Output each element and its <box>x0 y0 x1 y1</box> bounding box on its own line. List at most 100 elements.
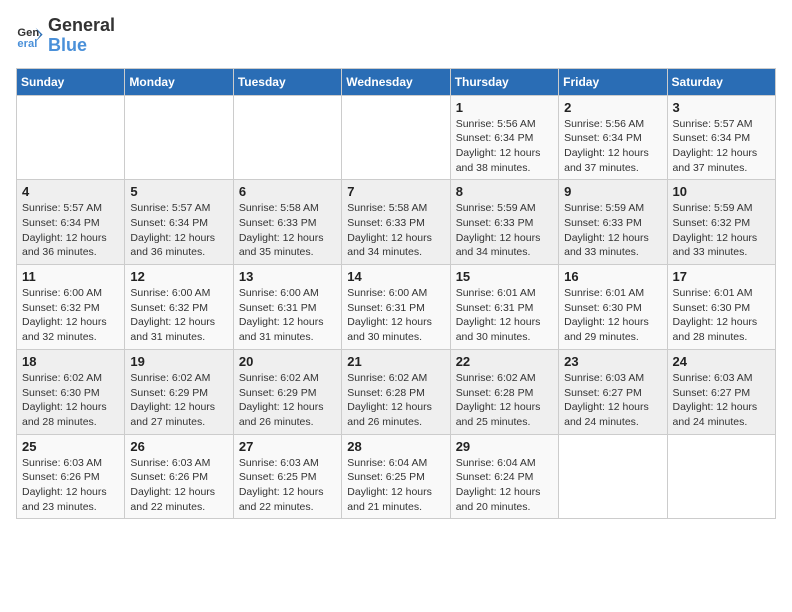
svg-text:Gen: Gen <box>17 27 39 39</box>
day-number: 17 <box>673 269 770 284</box>
calendar-cell: 25 Sunrise: 6:03 AMSunset: 6:26 PMDayligh… <box>17 434 125 519</box>
day-number: 7 <box>347 184 444 199</box>
calendar-cell: 22Sunrise: 6:02 AMSunset: 6:28 PMDayligh… <box>450 349 558 434</box>
svg-text:eral: eral <box>17 38 37 50</box>
calendar-cell: 21 Sunrise: 6:02 AMSunset: 6:28 PMDayligh… <box>342 349 450 434</box>
day-number: 11 <box>22 269 119 284</box>
calendar-cell <box>233 95 341 180</box>
calendar-cell: 17 Sunrise: 6:01 AMSunset: 6:30 PMDayligh… <box>667 265 775 350</box>
day-number: 26 <box>130 439 227 454</box>
calendar-cell: 10Sunrise: 5:59 AMSunset: 6:32 PMDayligh… <box>667 180 775 265</box>
day-number: 9 <box>564 184 661 199</box>
calendar-cell: 14 Sunrise: 6:00 AMSunset: 6:31 PMDayligh… <box>342 265 450 350</box>
day-number: 14 <box>347 269 444 284</box>
weekday-sunday: Sunday <box>17 68 125 95</box>
calendar-week-5: 25 Sunrise: 6:03 AMSunset: 6:26 PMDayligh… <box>17 434 776 519</box>
day-number: 25 <box>22 439 119 454</box>
day-info: Sunrise: 6:00 AMSunset: 6:32 PMDaylight:… <box>22 286 119 345</box>
calendar-cell <box>17 95 125 180</box>
weekday-header-row: SundayMondayTuesdayWednesdayThursdayFrid… <box>17 68 776 95</box>
logo-icon: Gen eral <box>16 22 44 50</box>
day-info: Sunrise: 6:02 AMSunset: 6:29 PMDaylight:… <box>130 371 227 430</box>
weekday-monday: Monday <box>125 68 233 95</box>
day-info: Sunrise: 6:02 AMSunset: 6:28 PMDaylight:… <box>347 371 444 430</box>
day-info: Sunrise: 6:03 AMSunset: 6:26 PMDaylight:… <box>22 456 119 515</box>
day-number: 1 <box>456 100 553 115</box>
day-info: Sunrise: 6:02 AMSunset: 6:28 PMDaylight:… <box>456 371 553 430</box>
day-number: 23 <box>564 354 661 369</box>
day-number: 27 <box>239 439 336 454</box>
day-info: Sunrise: 5:59 AMSunset: 6:33 PMDaylight:… <box>564 201 661 260</box>
day-number: 15 <box>456 269 553 284</box>
calendar-cell: 16 Sunrise: 6:01 AMSunset: 6:30 PMDayligh… <box>559 265 667 350</box>
calendar-cell <box>559 434 667 519</box>
calendar-cell: 18 Sunrise: 6:02 AMSunset: 6:30 PMDayligh… <box>17 349 125 434</box>
day-info: Sunrise: 6:03 AMSunset: 6:26 PMDaylight:… <box>130 456 227 515</box>
calendar-cell: 9 Sunrise: 5:59 AMSunset: 6:33 PMDaylight… <box>559 180 667 265</box>
day-info: Sunrise: 5:57 AMSunset: 6:34 PMDaylight:… <box>673 117 770 176</box>
calendar-cell: 20 Sunrise: 6:02 AMSunset: 6:29 PMDayligh… <box>233 349 341 434</box>
calendar-week-3: 11 Sunrise: 6:00 AMSunset: 6:32 PMDayligh… <box>17 265 776 350</box>
day-info: Sunrise: 6:03 AMSunset: 6:25 PMDaylight:… <box>239 456 336 515</box>
day-number: 21 <box>347 354 444 369</box>
weekday-friday: Friday <box>559 68 667 95</box>
calendar-cell: 8 Sunrise: 5:59 AMSunset: 6:33 PMDaylight… <box>450 180 558 265</box>
calendar-cell: 26 Sunrise: 6:03 AMSunset: 6:26 PMDayligh… <box>125 434 233 519</box>
calendar-cell: 12 Sunrise: 6:00 AMSunset: 6:32 PMDayligh… <box>125 265 233 350</box>
day-info: Sunrise: 6:01 AMSunset: 6:30 PMDaylight:… <box>564 286 661 345</box>
day-info: Sunrise: 6:01 AMSunset: 6:31 PMDaylight:… <box>456 286 553 345</box>
day-info: Sunrise: 6:00 AMSunset: 6:32 PMDaylight:… <box>130 286 227 345</box>
day-info: Sunrise: 6:00 AMSunset: 6:31 PMDaylight:… <box>347 286 444 345</box>
day-info: Sunrise: 5:57 AMSunset: 6:34 PMDaylight:… <box>22 201 119 260</box>
calendar-week-4: 18 Sunrise: 6:02 AMSunset: 6:30 PMDayligh… <box>17 349 776 434</box>
calendar-cell: 28 Sunrise: 6:04 AMSunset: 6:25 PMDayligh… <box>342 434 450 519</box>
day-number: 16 <box>564 269 661 284</box>
day-number: 2 <box>564 100 661 115</box>
calendar-cell: 3Sunrise: 5:57 AMSunset: 6:34 PMDaylight… <box>667 95 775 180</box>
day-number: 18 <box>22 354 119 369</box>
weekday-thursday: Thursday <box>450 68 558 95</box>
calendar-cell: 13Sunrise: 6:00 AMSunset: 6:31 PMDayligh… <box>233 265 341 350</box>
day-info: Sunrise: 5:59 AMSunset: 6:32 PMDaylight:… <box>673 201 770 260</box>
day-number: 8 <box>456 184 553 199</box>
calendar-cell: 19 Sunrise: 6:02 AMSunset: 6:29 PMDayligh… <box>125 349 233 434</box>
calendar-cell <box>342 95 450 180</box>
day-number: 29 <box>456 439 553 454</box>
calendar-cell <box>667 434 775 519</box>
day-info: Sunrise: 5:56 AMSunset: 6:34 PMDaylight:… <box>564 117 661 176</box>
calendar-cell: 6Sunrise: 5:58 AMSunset: 6:33 PMDaylight… <box>233 180 341 265</box>
day-number: 13 <box>239 269 336 284</box>
day-info: Sunrise: 6:03 AMSunset: 6:27 PMDaylight:… <box>673 371 770 430</box>
calendar-cell: 23 Sunrise: 6:03 AMSunset: 6:27 PMDayligh… <box>559 349 667 434</box>
page-header: Gen eral GeneralBlue <box>16 16 776 56</box>
calendar-week-2: 4 Sunrise: 5:57 AMSunset: 6:34 PMDaylight… <box>17 180 776 265</box>
logo: Gen eral GeneralBlue <box>16 16 115 56</box>
day-number: 19 <box>130 354 227 369</box>
calendar-table: SundayMondayTuesdayWednesdayThursdayFrid… <box>16 68 776 520</box>
day-number: 4 <box>22 184 119 199</box>
calendar-cell: 15 Sunrise: 6:01 AMSunset: 6:31 PMDayligh… <box>450 265 558 350</box>
day-info: Sunrise: 6:02 AMSunset: 6:30 PMDaylight:… <box>22 371 119 430</box>
day-info: Sunrise: 5:59 AMSunset: 6:33 PMDaylight:… <box>456 201 553 260</box>
day-info: Sunrise: 6:03 AMSunset: 6:27 PMDaylight:… <box>564 371 661 430</box>
calendar-cell: 5 Sunrise: 5:57 AMSunset: 6:34 PMDaylight… <box>125 180 233 265</box>
day-info: Sunrise: 6:01 AMSunset: 6:30 PMDaylight:… <box>673 286 770 345</box>
day-info: Sunrise: 5:56 AMSunset: 6:34 PMDaylight:… <box>456 117 553 176</box>
day-number: 12 <box>130 269 227 284</box>
calendar-cell: 1 Sunrise: 5:56 AMSunset: 6:34 PMDaylight… <box>450 95 558 180</box>
weekday-wednesday: Wednesday <box>342 68 450 95</box>
day-info: Sunrise: 5:58 AMSunset: 6:33 PMDaylight:… <box>347 201 444 260</box>
day-number: 5 <box>130 184 227 199</box>
calendar-cell: 4 Sunrise: 5:57 AMSunset: 6:34 PMDaylight… <box>17 180 125 265</box>
weekday-saturday: Saturday <box>667 68 775 95</box>
calendar-week-1: 1 Sunrise: 5:56 AMSunset: 6:34 PMDaylight… <box>17 95 776 180</box>
day-number: 28 <box>347 439 444 454</box>
day-number: 20 <box>239 354 336 369</box>
calendar-cell: 2 Sunrise: 5:56 AMSunset: 6:34 PMDaylight… <box>559 95 667 180</box>
calendar-cell: 24Sunrise: 6:03 AMSunset: 6:27 PMDayligh… <box>667 349 775 434</box>
day-info: Sunrise: 6:02 AMSunset: 6:29 PMDaylight:… <box>239 371 336 430</box>
day-info: Sunrise: 5:57 AMSunset: 6:34 PMDaylight:… <box>130 201 227 260</box>
calendar-cell <box>125 95 233 180</box>
weekday-tuesday: Tuesday <box>233 68 341 95</box>
day-info: Sunrise: 6:04 AMSunset: 6:25 PMDaylight:… <box>347 456 444 515</box>
